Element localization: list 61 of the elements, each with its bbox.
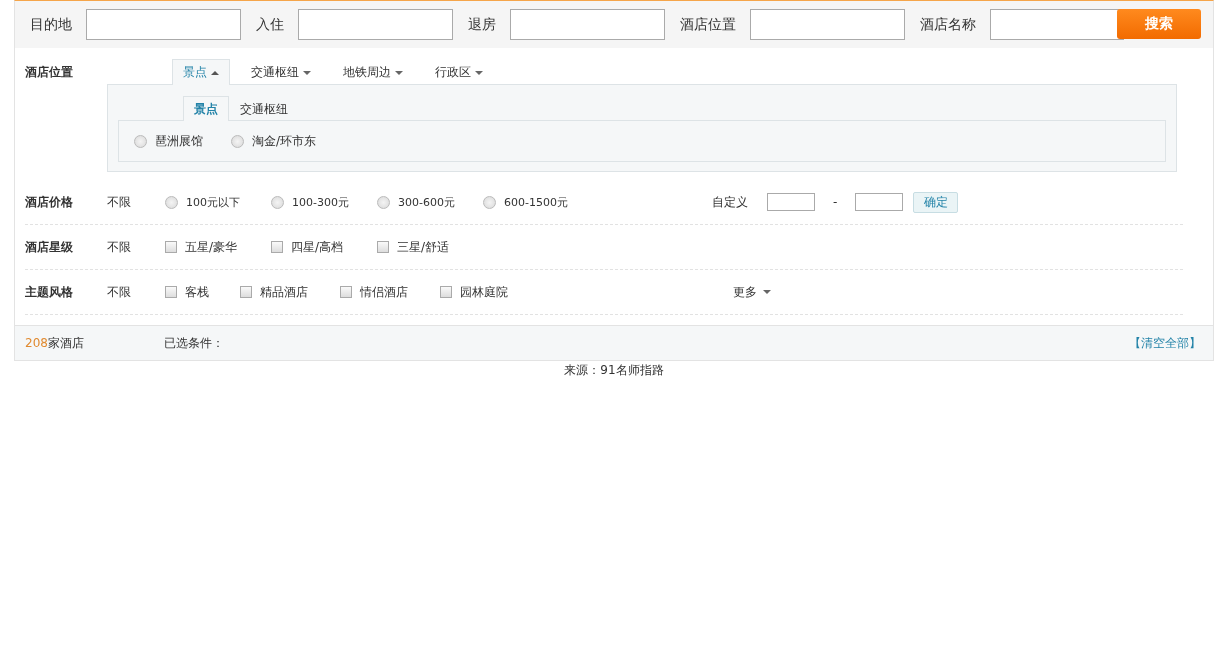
caret-icon <box>763 290 771 294</box>
option-label[interactable]: 客栈 <box>185 283 209 301</box>
input-field[interactable] <box>510 9 665 40</box>
radio-button[interactable] <box>377 195 390 209</box>
more-button[interactable]: 更多 <box>733 283 771 301</box>
caret-icon <box>475 70 483 75</box>
checkbox[interactable] <box>240 286 252 298</box>
option-label[interactable]: 300-600元 <box>398 194 455 210</box>
option-label[interactable]: 情侣酒店 <box>360 283 408 301</box>
radio-button[interactable] <box>271 195 284 209</box>
option-label[interactable]: 淘金/环市东 <box>252 132 317 150</box>
field-label: 退房 <box>468 15 496 34</box>
location-tab[interactable]: 景点 <box>172 59 230 85</box>
radio-button[interactable] <box>134 134 147 148</box>
option-label[interactable]: 精品酒店 <box>260 283 308 301</box>
radio-button[interactable] <box>483 195 496 209</box>
hotel-count: 208家酒店 <box>25 334 85 352</box>
filter-label: 酒店位置 <box>25 64 74 81</box>
sub-tab[interactable]: 交通枢纽 <box>229 96 299 121</box>
field-label: 目的地 <box>30 15 72 34</box>
caret-icon <box>303 70 311 75</box>
input-field[interactable] <box>298 9 453 40</box>
input-field[interactable] <box>750 9 905 40</box>
confirm-button[interactable]: 确定 <box>913 191 959 213</box>
checkbox[interactable] <box>440 286 452 298</box>
option-label[interactable]: 四星/高档 <box>291 238 344 256</box>
field-label: 入住 <box>256 15 284 34</box>
range-separator: - <box>833 195 838 209</box>
caret-icon <box>211 70 219 75</box>
checkbox[interactable] <box>165 241 177 253</box>
checkbox[interactable] <box>377 241 389 253</box>
option-label[interactable]: 100元以下 <box>186 194 240 210</box>
custom-label: 自定义 <box>712 193 749 211</box>
checkbox[interactable] <box>165 286 177 298</box>
option-label[interactable]: 600-1500元 <box>504 194 568 210</box>
clear-all-link[interactable]: 【清空全部】 <box>1129 334 1201 352</box>
filter-label: 主题风格 <box>25 283 74 301</box>
any-option[interactable]: 不限 <box>107 238 165 256</box>
selected-conditions-label: 已选条件： <box>164 334 225 352</box>
checkbox[interactable] <box>340 286 352 298</box>
checkbox[interactable] <box>271 241 283 253</box>
sub-tab[interactable]: 景点 <box>183 96 229 121</box>
any-option[interactable]: 不限 <box>107 283 165 301</box>
filter-label: 酒店星级 <box>25 238 74 256</box>
option-label[interactable]: 五星/豪华 <box>185 238 238 256</box>
any-option[interactable]: 不限 <box>107 193 165 211</box>
min-price-field[interactable] <box>767 193 815 211</box>
option-label[interactable]: 琶洲展馆 <box>155 132 203 150</box>
max-price-field[interactable] <box>855 193 904 211</box>
caret-icon <box>395 70 403 75</box>
field-label: 酒店位置 <box>680 15 736 34</box>
radio-button[interactable] <box>165 195 178 209</box>
input-field[interactable] <box>990 9 1124 40</box>
option-label[interactable]: 100-300元 <box>292 194 349 210</box>
radio-button[interactable] <box>231 134 244 148</box>
filter-label: 酒店价格 <box>25 193 74 211</box>
source-caption: 来源：91名师指路 <box>563 362 665 379</box>
option-label[interactable]: 三星/舒适 <box>397 238 450 256</box>
field-label: 酒店名称 <box>920 15 976 34</box>
input-field[interactable] <box>86 9 241 40</box>
option-label[interactable]: 园林庭院 <box>460 283 508 301</box>
